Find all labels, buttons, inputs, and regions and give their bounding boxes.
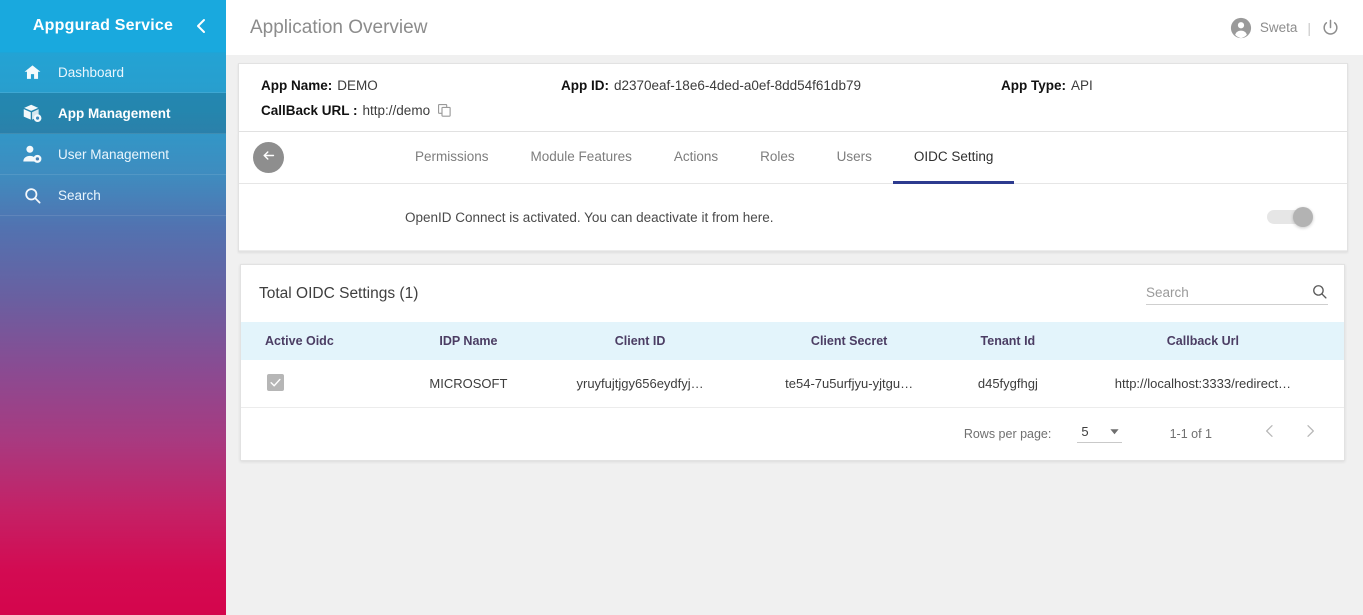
- table-toolbar: Total OIDC Settings (1): [241, 265, 1344, 322]
- table-row[interactable]: MICROSOFT yruyfujtjgy656eydfyj… te54-7u5…: [241, 360, 1344, 407]
- arrow-left-icon: [260, 147, 277, 169]
- callback-url-label: CallBack URL :: [261, 103, 358, 118]
- active-oidc-checkbox[interactable]: [267, 374, 284, 392]
- rows-per-page-select[interactable]: 5: [1077, 424, 1122, 443]
- tab-users[interactable]: Users: [816, 132, 893, 184]
- next-page-button[interactable]: [1290, 414, 1330, 454]
- oidc-activation-row: OpenID Connect is activated. You can dea…: [239, 184, 1347, 251]
- search-icon[interactable]: [1311, 283, 1328, 300]
- table-pagination: Rows per page: 5 1-1 of 1: [241, 408, 1344, 460]
- user-name: Sweta: [1259, 20, 1298, 35]
- sidebar: Appgurad Service Dashboard App Managemen…: [0, 0, 226, 615]
- home-icon: [14, 63, 50, 82]
- table-title: Total OIDC Settings (1): [259, 284, 419, 302]
- column-header-client-secret: Client Secret: [810, 334, 888, 348]
- cell-client-secret: te54-7u5urfjyu-yjtgu…: [785, 375, 914, 391]
- table-body: MICROSOFT yruyfujtjgy656eydfyj… te54-7u5…: [241, 360, 1344, 407]
- sidebar-item-dashboard[interactable]: Dashboard: [0, 52, 226, 93]
- app-info-row-2: CallBack URL : http://demo: [261, 103, 1325, 118]
- back-button[interactable]: [253, 142, 284, 173]
- pagination-range-label: 1-1 of 1: [1169, 426, 1212, 441]
- chevron-down-icon: [1109, 426, 1120, 437]
- sidebar-header: Appgurad Service: [0, 0, 226, 52]
- column-header-idp-name: IDP Name: [439, 334, 498, 348]
- app-name-value: DEMO: [337, 78, 378, 93]
- app-info-card: App Name: DEMO App ID: d2370eaf-18e6-4de…: [238, 63, 1348, 132]
- page-title: Application Overview: [250, 16, 428, 38]
- app-name-label: App Name:: [261, 78, 333, 93]
- topbar-divider: |: [1307, 19, 1311, 36]
- app-root: Appgurad Service Dashboard App Managemen…: [0, 0, 1363, 615]
- oidc-settings-table: Active Oidc IDP Name Client ID Client Se…: [241, 322, 1344, 408]
- box-gear-icon: [14, 103, 50, 124]
- column-header-callback-url: Callback Url: [1166, 334, 1240, 348]
- rows-per-page-label: Rows per page:: [963, 426, 1052, 441]
- search-icon: [14, 186, 50, 205]
- oidc-activation-text: OpenID Connect is activated. You can dea…: [405, 209, 774, 225]
- app-type-field: App Type: API: [1001, 78, 1093, 93]
- cell-callback-url: http://localhost:3333/redirect…: [1114, 375, 1292, 391]
- sidebar-item-label: App Management: [58, 105, 171, 121]
- app-id-label: App ID:: [561, 78, 609, 93]
- table-search-box: [1146, 283, 1328, 305]
- tab-roles[interactable]: Roles: [739, 132, 816, 184]
- tabs-row: Permissions Module Features Actions Role…: [239, 132, 1347, 184]
- content-area: App Name: DEMO App ID: d2370eaf-18e6-4de…: [226, 55, 1363, 461]
- rows-per-page-value: 5: [1081, 424, 1089, 439]
- oidc-settings-table-card: Total OIDC Settings (1) Active Oidc IDP …: [240, 264, 1345, 461]
- sidebar-item-search[interactable]: Search: [0, 175, 226, 216]
- tab-module-features[interactable]: Module Features: [510, 132, 653, 184]
- user-circle-icon[interactable]: [1230, 17, 1252, 39]
- column-header-client-id: Client ID: [614, 334, 666, 348]
- search-input[interactable]: [1146, 284, 1296, 300]
- cell-tenant-id: d45fygfhgj: [977, 375, 1038, 391]
- tab-permissions[interactable]: Permissions: [394, 132, 510, 184]
- app-type-value: API: [1071, 78, 1093, 93]
- sidebar-collapse-icon[interactable]: [190, 15, 212, 37]
- tab-oidc-setting[interactable]: OIDC Setting: [892, 132, 1015, 184]
- app-id-value: d2370eaf-18e6-4ded-a0ef-8dd54f61db79: [614, 78, 861, 93]
- toggle-knob: [1293, 207, 1313, 227]
- chevron-right-icon: [1302, 423, 1318, 444]
- oidc-activation-toggle[interactable]: [1267, 207, 1313, 227]
- tab-actions[interactable]: Actions: [653, 132, 739, 184]
- topbar-user-area: Sweta |: [1230, 17, 1352, 39]
- power-icon[interactable]: [1321, 18, 1340, 37]
- user-gear-icon: [14, 144, 50, 165]
- brand-title: Appgurad Service: [32, 17, 174, 34]
- app-type-label: App Type:: [1001, 78, 1066, 93]
- main-area: Application Overview Sweta | App Name: D…: [226, 0, 1363, 615]
- sidebar-item-app-management[interactable]: App Management: [0, 93, 226, 134]
- table-header: Active Oidc IDP Name Client ID Client Se…: [241, 322, 1344, 360]
- topbar: Application Overview Sweta |: [226, 0, 1363, 55]
- cell-active-oidc: [241, 360, 401, 407]
- cell-client-id: yruyfujtjgy656eydfyj…: [576, 375, 704, 391]
- cell-idp-name: MICROSOFT: [429, 375, 508, 391]
- sidebar-item-label: Search: [58, 187, 101, 203]
- table-header-row: Active Oidc IDP Name Client ID Client Se…: [241, 322, 1344, 360]
- column-header-tenant-id: Tenant Id: [980, 334, 1036, 348]
- copy-icon[interactable]: [437, 103, 452, 118]
- sidebar-item-label: Dashboard: [58, 64, 125, 80]
- app-name-field: App Name: DEMO: [261, 78, 561, 93]
- tabs-card: Permissions Module Features Actions Role…: [238, 132, 1348, 252]
- tab-list: Permissions Module Features Actions Role…: [394, 132, 1015, 184]
- chevron-left-icon: [1262, 423, 1278, 444]
- sidebar-item-label: User Management: [58, 146, 170, 162]
- column-header-active-oidc: Active Oidc: [265, 334, 334, 348]
- callback-url-value: http://demo: [362, 103, 431, 118]
- callback-url-field: CallBack URL : http://demo: [261, 103, 452, 118]
- previous-page-button[interactable]: [1250, 414, 1290, 454]
- app-id-field: App ID: d2370eaf-18e6-4ded-a0ef-8dd54f61…: [561, 78, 1001, 93]
- app-info-row-1: App Name: DEMO App ID: d2370eaf-18e6-4de…: [261, 78, 1325, 93]
- sidebar-item-user-management[interactable]: User Management: [0, 134, 226, 175]
